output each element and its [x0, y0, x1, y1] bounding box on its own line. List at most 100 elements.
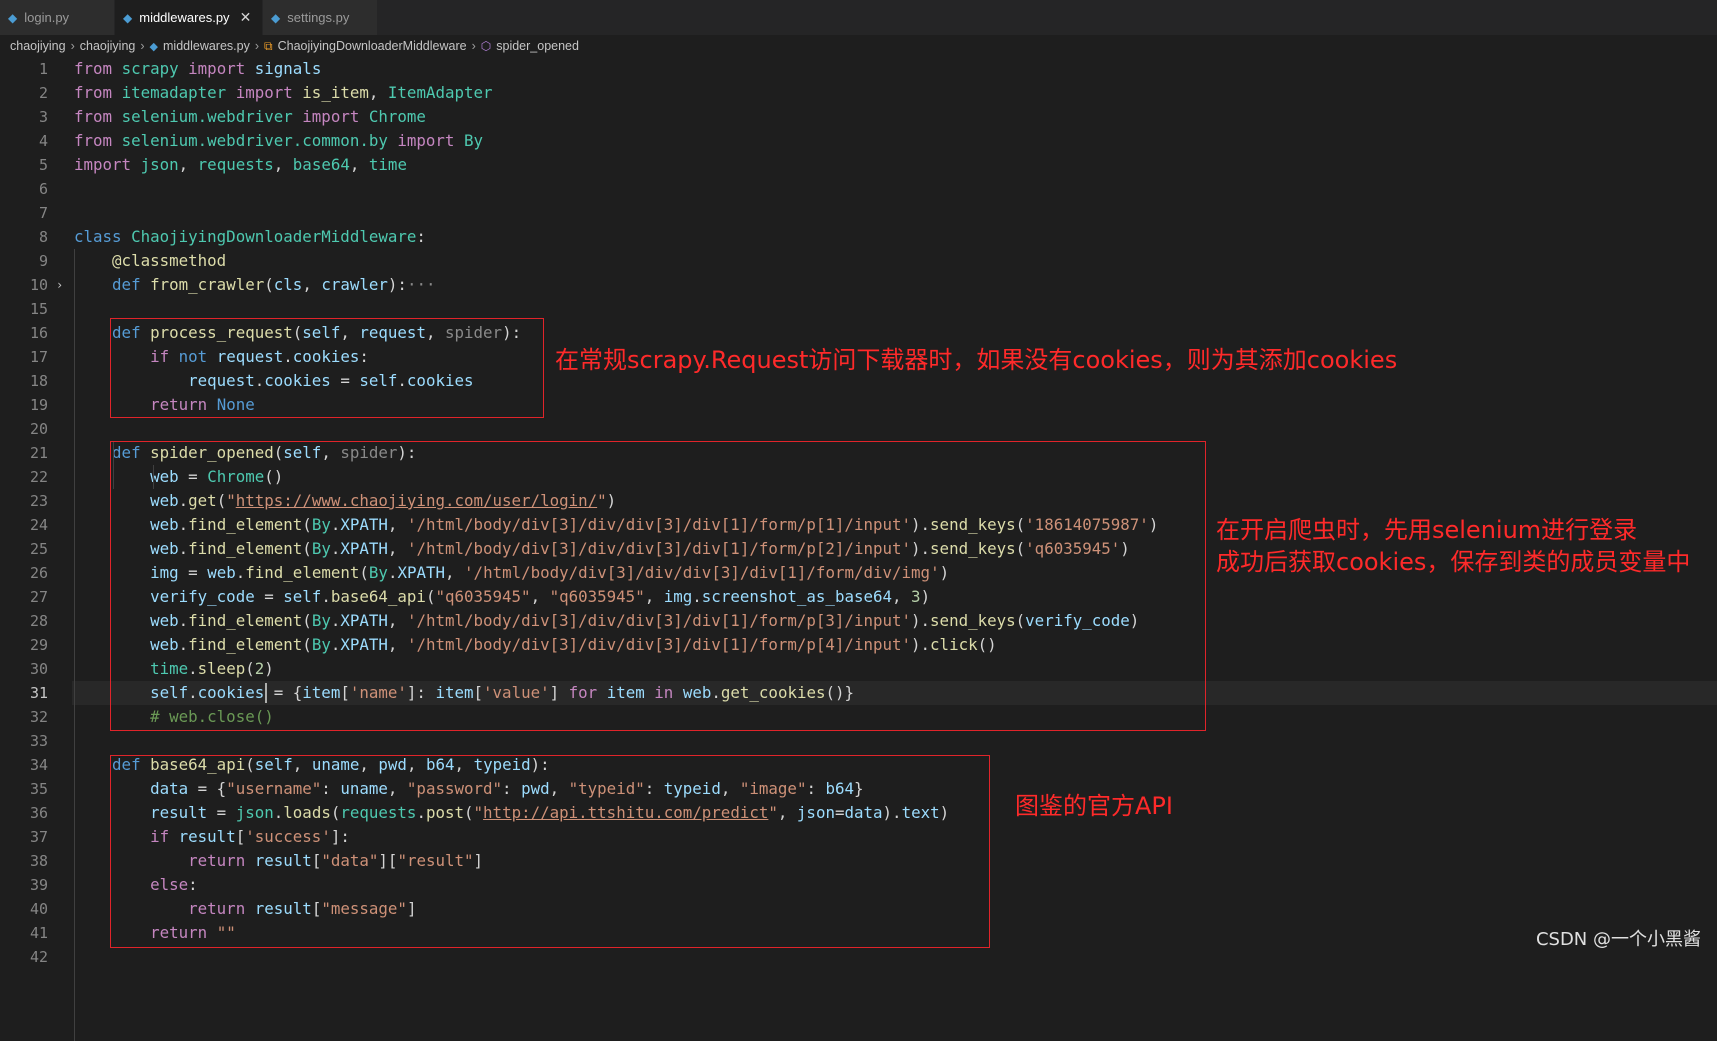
line-number: 21	[29, 444, 48, 462]
code-token: crawler	[321, 275, 388, 294]
code-line[interactable]: 4 from selenium.webdriver.common.by impor…	[0, 129, 1717, 153]
code-line[interactable]: 33	[0, 729, 1717, 753]
code-text: import json, requests, base64, time	[74, 153, 407, 177]
annotation-box-base64-api	[110, 755, 990, 948]
code-line[interactable]: 8 class ChaojiyingDownloaderMiddleware:	[0, 225, 1717, 249]
line-number: 33	[29, 732, 48, 750]
breadcrumb-file[interactable]: middlewares.py	[163, 39, 250, 53]
line-number: 15	[29, 300, 48, 318]
code-text: class ChaojiyingDownloaderMiddleware:	[74, 225, 426, 249]
tab-login-py[interactable]: ◆ login.py	[0, 0, 115, 35]
code-line[interactable]: 2 from itemadapter import is_item, ItemAd…	[0, 81, 1717, 105]
annotation-process-request: 在常规scrapy.Request访问下载器时，如果没有cookies，则为其添…	[555, 346, 1398, 374]
code-token: is_item	[302, 83, 369, 102]
python-file-icon: ◆	[271, 10, 281, 25]
line-number: 2	[38, 84, 48, 102]
code-token: from	[74, 107, 113, 126]
line-number: 17	[29, 348, 48, 366]
editor-tab-bar: ◆ login.py ◆ middlewares.py ✕ ◆ settings…	[0, 0, 1717, 35]
code-text: @classmethod	[74, 249, 226, 273]
code-token: itemadapter	[121, 83, 227, 102]
line-number: 35	[29, 780, 48, 798]
chevron-right-icon: ›	[254, 39, 260, 53]
annotation-box-process-request	[110, 318, 544, 418]
line-number: 36	[29, 804, 48, 822]
breadcrumb-folder[interactable]: chaojiying	[80, 39, 136, 53]
line-number: 34	[29, 756, 48, 774]
code-token: import	[397, 131, 455, 150]
line-number: 3	[38, 108, 48, 126]
code-token: def	[112, 275, 141, 294]
breadcrumb-class[interactable]: ChaojiyingDownloaderMiddleware	[278, 39, 467, 53]
indent-guide	[74, 249, 75, 1041]
chevron-right-icon: ›	[140, 39, 145, 53]
code-token: import	[188, 59, 246, 78]
code-token: time	[368, 155, 407, 174]
code-text: from itemadapter import is_item, ItemAda…	[74, 81, 493, 105]
line-number: 16	[29, 324, 48, 342]
line-number: 8	[38, 228, 48, 246]
watermark: CSDN @一个小黑酱	[1535, 929, 1701, 950]
code-token: import	[235, 83, 293, 102]
code-token: base64	[292, 155, 350, 174]
code-token: By	[463, 131, 483, 150]
line-number: 9	[38, 252, 48, 270]
code-token: from_crawler	[150, 275, 265, 294]
line-number: 19	[29, 396, 48, 414]
breadcrumb: chaojiying › chaojiying › ◆ middlewares.…	[0, 35, 1717, 57]
line-number: 23	[29, 492, 48, 510]
tab-label: login.py	[24, 10, 70, 25]
line-number: 18	[29, 372, 48, 390]
breadcrumb-method[interactable]: spider_opened	[496, 39, 579, 53]
line-number: 10	[29, 276, 48, 294]
code-line[interactable]: 9 @classmethod	[0, 249, 1717, 273]
tab-settings-py[interactable]: ◆ settings.py	[263, 0, 378, 35]
code-line[interactable]: 42	[0, 945, 1717, 969]
code-line[interactable]: 3 from selenium.webdriver import Chrome	[0, 105, 1717, 129]
python-file-icon: ◆	[149, 40, 158, 53]
line-number: 24	[29, 516, 48, 534]
code-token: from	[74, 83, 113, 102]
code-line[interactable]: 10 › def from_crawler(cls, crawler):···	[0, 273, 1717, 297]
annotation-spider-opened-1: 在开启爬虫时，先用selenium进行登录	[1216, 516, 1638, 544]
code-token: import	[74, 155, 132, 174]
code-token: ,	[368, 83, 388, 102]
annotation-base64-api: 图鉴的官方API	[1015, 792, 1173, 820]
code-token: :	[416, 227, 426, 246]
method-symbol-icon: ⬡	[480, 39, 492, 53]
code-line[interactable]: 6	[0, 177, 1717, 201]
line-number: 30	[29, 660, 48, 678]
fold-chevron-icon[interactable]: ›	[56, 273, 63, 297]
tab-middlewares-py[interactable]: ◆ middlewares.py ✕	[115, 0, 263, 35]
line-number: 1	[38, 60, 48, 78]
code-text: from selenium.webdriver.common.by import…	[74, 129, 483, 153]
code-line[interactable]: 1 from scrapy import signals	[0, 57, 1717, 81]
code-line[interactable]: 5 import json, requests, base64, time	[0, 153, 1717, 177]
code-line[interactable]: 20	[0, 417, 1717, 441]
code-token: @classmethod	[112, 251, 227, 270]
close-tab-icon[interactable]: ✕	[240, 9, 252, 26]
breadcrumb-folder[interactable]: chaojiying	[10, 39, 66, 53]
chevron-right-icon: ›	[471, 39, 476, 53]
line-number: 42	[29, 948, 48, 966]
annotation-box-spider-opened	[110, 441, 1206, 731]
tab-label: middlewares.py	[139, 10, 230, 25]
code-token: class	[74, 227, 122, 246]
code-token: ItemAdapter	[387, 83, 493, 102]
tab-label: settings.py	[287, 10, 350, 25]
code-line[interactable]: 7	[0, 201, 1717, 225]
